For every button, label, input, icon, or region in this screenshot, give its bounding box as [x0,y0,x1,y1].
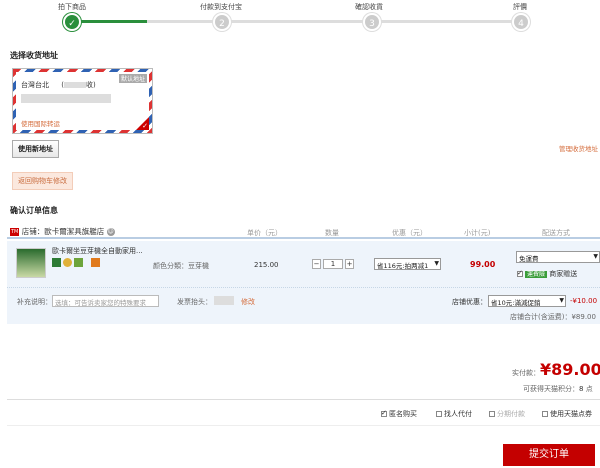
insurance-checkbox[interactable] [517,269,523,277]
pay-label: 实付款： [512,369,540,377]
badge-icon [52,258,61,267]
step-circle-1: ✓ [63,13,81,31]
product-variant: 颜色分類：豆芽機 [153,262,209,270]
address-section-title: 选择收货地址 [10,51,58,60]
option-anonymous[interactable]: 匿名购买 [381,409,417,419]
item-row: 歐卡爾坐豆芽機全自動家用... 颜色分類：豆芽機 215.00 − 1 + 省1… [7,241,600,287]
remark-input[interactable]: 选填：可告诉卖家您的特殊要求 [52,295,159,307]
back-to-cart-button[interactable]: 返回购物车修改 [12,172,73,190]
th-discount: 优惠（元） [392,229,427,237]
points-line: 可获得天猫积分：8 点 [523,385,593,393]
checkbox[interactable] [542,411,548,417]
remark-label: 补充说明： [17,298,52,306]
option-proxy-pay[interactable]: 找人代付 [436,409,472,419]
step-circle-2: 2 [213,13,231,31]
divider [7,399,600,400]
invoice-value-redacted [214,296,234,305]
address-detail-redacted [21,94,111,103]
shipping-select[interactable]: 免運費 ▼ [516,251,600,263]
shop-discount-value: -¥10.00 [570,297,598,305]
shop-name[interactable]: 歐卡爾潔具旗艦店 [44,227,104,236]
insurance-tag: 運費險 [525,271,548,278]
submit-order-button[interactable]: 提交订单 [503,444,595,466]
badge-icon [91,258,100,267]
option-coupon[interactable]: 使用天猫点券 [542,409,592,419]
dropdown-arrow-icon: ▼ [434,260,439,267]
qty-plus-button[interactable]: + [345,259,354,269]
dropdown-arrow-icon: ▼ [593,253,598,260]
shop-label: 店铺： [21,227,45,236]
new-address-button[interactable]: 使用新地址 [12,140,59,158]
item-subtotal: 99.00 [470,260,496,269]
address-card[interactable]: 默认地址 台灣台北 (收) 使用国际转运 ✓ [12,68,153,134]
invoice-edit-link[interactable]: 修改 [241,297,255,307]
progress-line [147,20,522,23]
step-circle-4: 4 [512,13,530,31]
checkbox[interactable] [381,409,387,417]
th-unit-price: 单价（元） [247,229,282,237]
th-quantity: 数量 [325,229,339,237]
badge-icon [74,258,83,267]
shop-icon: TM [10,228,20,236]
intl-transfer-link[interactable]: 使用国际转运 [21,118,60,128]
insurance-note: 商家贈送 [549,270,578,278]
remark-row: 补充说明： 选填：可告诉卖家您的特殊要求 发票抬头： 修改 店铺优惠： 省10元… [7,287,600,324]
badge-icon [63,258,72,267]
address-region: 台灣台北 (收) [21,81,96,89]
step-label-2: 付款到支付宝 [200,3,242,11]
step-label-4: 評價 [513,3,527,11]
shipping-insurance: 運費險 商家贈送 [517,269,577,279]
step-circle-3: 3 [363,13,381,31]
th-subtotal: 小计(元) [464,229,491,237]
qty-minus-button[interactable]: − [312,259,321,269]
shop-total: 店铺合计(含运费)：¥89.00 [510,313,596,321]
option-installment[interactable]: 分期付款 [489,409,525,419]
dropdown-arrow-icon: ▼ [559,297,564,304]
step-label-1: 拍下商品 [58,3,86,11]
unit-price: 215.00 [254,261,279,269]
checkbox[interactable] [489,411,495,417]
pay-amount: ¥89.00 [540,360,600,379]
step-label-3: 確認收貨 [355,3,383,11]
chat-icon[interactable]: ☺ [106,228,115,236]
invoice-label: 发票抬头： [177,298,212,306]
shop-discount-label: 店铺优惠： [452,298,487,306]
divider [7,425,600,426]
th-shipping: 配送方式 [542,229,570,237]
checkbox[interactable] [436,411,442,417]
shop-row: TM 店铺：歐卡爾潔具旗艦店 ☺ [10,226,115,237]
product-thumbnail[interactable] [16,248,46,278]
manage-address-link[interactable]: 管理收货地址 [559,143,598,153]
default-address-tag: 默认地址 [118,74,147,83]
progress-line-done [72,20,147,23]
check-icon: ✓ [142,122,148,130]
shop-discount-select[interactable]: 省10元:滿減促銷 ▼ [488,295,566,307]
order-section-title: 确认订单信息 [10,206,58,215]
discount-select[interactable]: 省116元:拍两减1 ▼ [374,258,441,270]
product-title[interactable]: 歐卡爾坐豆芽機全自動家用... [52,246,143,256]
product-badges [52,258,100,269]
qty-input[interactable]: 1 [323,259,343,269]
